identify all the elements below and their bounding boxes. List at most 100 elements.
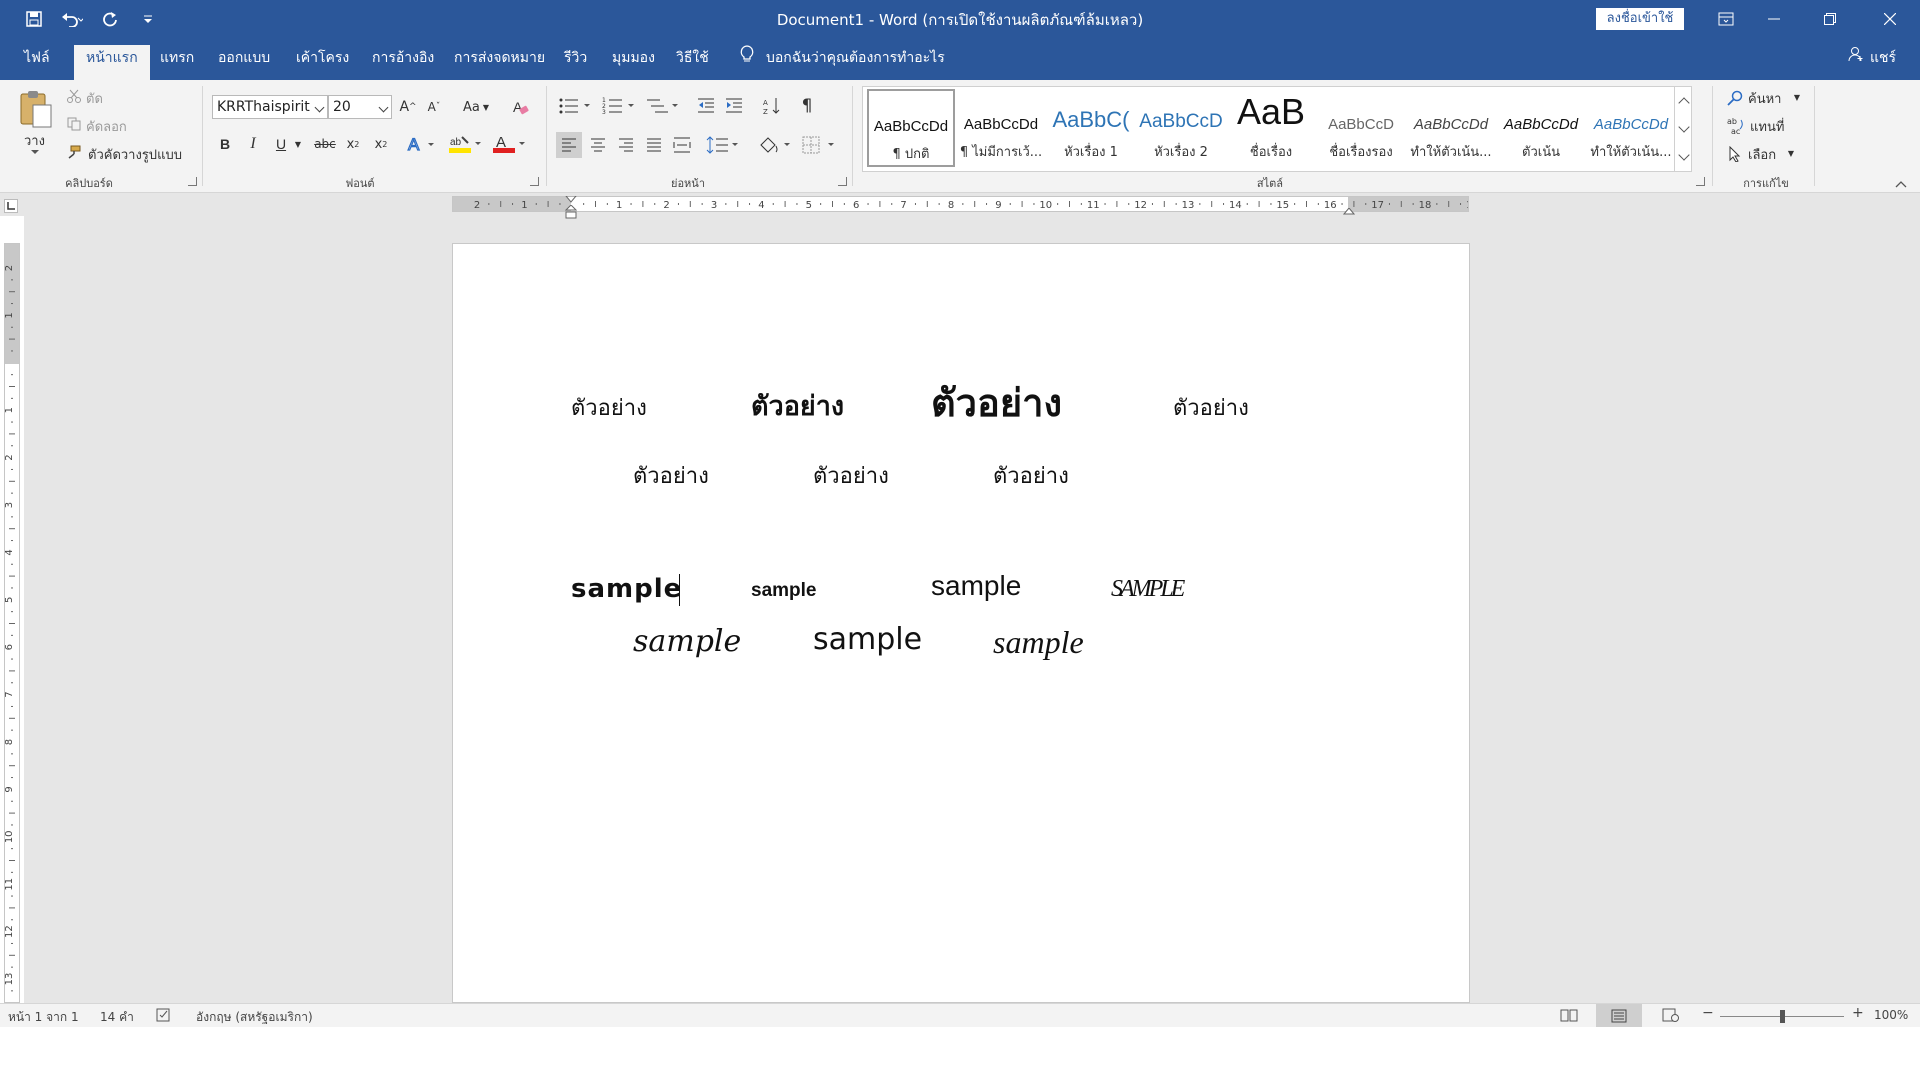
proofing-icon[interactable] <box>156 1008 172 1025</box>
find-label[interactable]: ค้นหา <box>1748 88 1781 109</box>
paste-icon[interactable] <box>18 88 54 130</box>
superscript-icon[interactable]: x2 <box>370 132 392 156</box>
horizontal-ruler[interactable]: 2112345678910111213141516171819 <box>452 193 1469 219</box>
font-color-icon[interactable]: A <box>490 132 530 156</box>
select-label[interactable]: เลือก <box>1748 144 1776 165</box>
decrease-indent-icon[interactable] <box>694 94 718 118</box>
paragraph-launcher-icon[interactable] <box>838 177 847 186</box>
line-spacing-icon[interactable] <box>704 132 744 158</box>
style-normal[interactable]: AaBbCcDd ¶ ปกติ <box>867 89 955 167</box>
justify-icon[interactable] <box>642 132 666 158</box>
cursor-select-icon[interactable] <box>1726 144 1744 164</box>
increase-indent-icon[interactable] <box>722 94 746 118</box>
tab-selector-icon[interactable] <box>4 199 18 213</box>
document-word[interactable]: ตัวอย่าง <box>751 384 844 427</box>
style-heading-1[interactable]: AaBbC( หัวเรื่อง 1 <box>1047 89 1135 167</box>
tab-review[interactable]: รีวิว <box>552 45 599 80</box>
document-word[interactable]: SAMPLE <box>1111 576 1185 603</box>
tab-insert[interactable]: แทรก <box>148 45 206 80</box>
zoom-in-icon[interactable]: + <box>1852 1005 1864 1021</box>
document-page[interactable]: ตัวอย่าง ตัวอย่าง ตัวอย่าง ตัวอย่าง ตัวอ… <box>452 243 1470 1003</box>
tab-mailings[interactable]: การส่งจดหมาย <box>442 45 557 80</box>
sort-icon[interactable]: AZ <box>760 94 784 118</box>
replace-label[interactable]: แทนที่ <box>1750 116 1784 137</box>
subscript-icon[interactable]: x2 <box>342 132 364 156</box>
read-mode-icon[interactable] <box>1560 1008 1578 1025</box>
clear-formatting-icon[interactable]: A <box>510 96 532 118</box>
document-word[interactable]: sample <box>633 624 741 659</box>
styles-scroll-down-icon[interactable] <box>1674 115 1692 143</box>
tab-view[interactable]: มุมมอง <box>600 45 667 80</box>
tab-references[interactable]: การอ้างอิง <box>360 45 446 80</box>
word-count[interactable]: 14 คำ <box>100 1008 134 1027</box>
highlight-icon[interactable]: ab <box>446 132 486 156</box>
grow-font-icon[interactable]: A ^ <box>398 96 418 118</box>
shrink-font-icon[interactable]: Aˇ <box>424 96 444 118</box>
tab-home[interactable]: หน้าแรก <box>74 45 150 80</box>
underline-dropdown-icon[interactable]: ▼ <box>292 132 304 156</box>
copy-label[interactable]: คัดลอก <box>86 116 127 137</box>
right-indent-icon[interactable] <box>1342 205 1356 215</box>
text-effects-icon[interactable]: A <box>404 132 438 156</box>
paste-dropdown-icon[interactable] <box>30 148 40 156</box>
first-line-indent-icon[interactable] <box>564 193 578 203</box>
font-size-combo[interactable]: 20 <box>328 95 392 119</box>
document-word[interactable]: ตัวอย่าง <box>1173 390 1249 425</box>
style-heading-2[interactable]: AaBbCcD หัวเรื่อง 2 <box>1137 89 1225 167</box>
show-formatting-icon[interactable]: ¶ <box>796 94 818 118</box>
style-intense-emphasis[interactable]: AaBbCcDd ทำให้ตัวเน้น... <box>1587 89 1675 167</box>
restore-icon[interactable] <box>1802 0 1858 37</box>
distributed-icon[interactable] <box>670 132 694 158</box>
close-icon[interactable] <box>1862 0 1918 37</box>
shading-icon[interactable] <box>756 132 796 158</box>
vertical-ruler[interactable]: 2 1 1 2 3 4 5 6 7 8 9 10 11 12 13 <box>4 243 20 1003</box>
format-painter-label[interactable]: ตัวคัดวางรูปแบบ <box>88 144 182 165</box>
styles-more-icon[interactable] <box>1674 143 1692 171</box>
tell-me-search[interactable]: บอกฉันว่าคุณต้องการทำอะไร <box>740 44 945 72</box>
tab-file[interactable]: ไฟล์ <box>12 45 62 80</box>
style-subtitle[interactable]: AaBbCcD ชื่อเรื่องรอง <box>1317 89 1405 167</box>
style-title[interactable]: AaB ชื่อเรื่อง <box>1227 89 1315 167</box>
font-launcher-icon[interactable] <box>530 177 539 186</box>
replace-icon[interactable]: ab ac <box>1726 116 1746 136</box>
cut-label[interactable]: ตัด <box>86 88 103 109</box>
multilevel-list-icon[interactable] <box>644 94 684 118</box>
scissors-icon[interactable] <box>66 88 82 104</box>
language-status[interactable]: อังกฤษ (สหรัฐอเมริกา) <box>196 1008 313 1027</box>
zoom-out-icon[interactable]: − <box>1702 1005 1714 1021</box>
strikethrough-icon[interactable]: abc <box>312 132 338 156</box>
styles-launcher-icon[interactable] <box>1696 177 1705 186</box>
style-emphasis[interactable]: AaBbCcDd ตัวเน้น <box>1497 89 1585 167</box>
web-layout-icon[interactable] <box>1662 1008 1680 1025</box>
align-left-icon[interactable] <box>556 132 582 158</box>
underline-icon[interactable]: U <box>270 132 292 156</box>
share-button[interactable]: แชร์ <box>1848 45 1896 72</box>
change-case-button[interactable]: Aa ▼ <box>458 96 494 118</box>
document-word[interactable]: sample <box>751 580 816 602</box>
print-layout-icon[interactable] <box>1596 1004 1642 1027</box>
find-dropdown-icon[interactable]: ▼ <box>1792 92 1802 102</box>
document-word[interactable]: sample <box>993 624 1084 661</box>
document-word[interactable]: ตัวอย่าง <box>813 458 889 493</box>
styles-scroll-up-icon[interactable] <box>1674 87 1692 115</box>
document-word[interactable]: sample <box>813 622 922 657</box>
tab-layout[interactable]: เค้าโครง <box>284 45 361 80</box>
italic-icon[interactable]: I <box>242 132 264 156</box>
numbering-icon[interactable]: 123 <box>600 94 640 118</box>
zoom-slider-thumb[interactable] <box>1780 1010 1785 1023</box>
page-count[interactable]: หน้า 1 จาก 1 <box>8 1008 79 1027</box>
tab-help[interactable]: วิธีใช้ <box>664 45 721 80</box>
document-word[interactable]: ตัวอย่าง <box>633 458 709 493</box>
document-word[interactable]: sample <box>571 574 682 604</box>
document-word[interactable]: sample <box>931 570 1021 602</box>
clipboard-launcher-icon[interactable] <box>188 177 197 186</box>
document-word[interactable]: ตัวอย่าง <box>571 390 647 425</box>
hanging-indent-icon[interactable] <box>564 204 578 219</box>
align-center-icon[interactable] <box>586 132 610 158</box>
select-dropdown-icon[interactable]: ▼ <box>1786 148 1796 158</box>
zoom-level[interactable]: 100% <box>1874 1008 1908 1022</box>
minimize-icon[interactable] <box>1746 0 1802 37</box>
format-painter-icon[interactable] <box>66 144 82 160</box>
borders-icon[interactable] <box>800 132 840 158</box>
tab-design[interactable]: ออกแบบ <box>206 45 282 80</box>
